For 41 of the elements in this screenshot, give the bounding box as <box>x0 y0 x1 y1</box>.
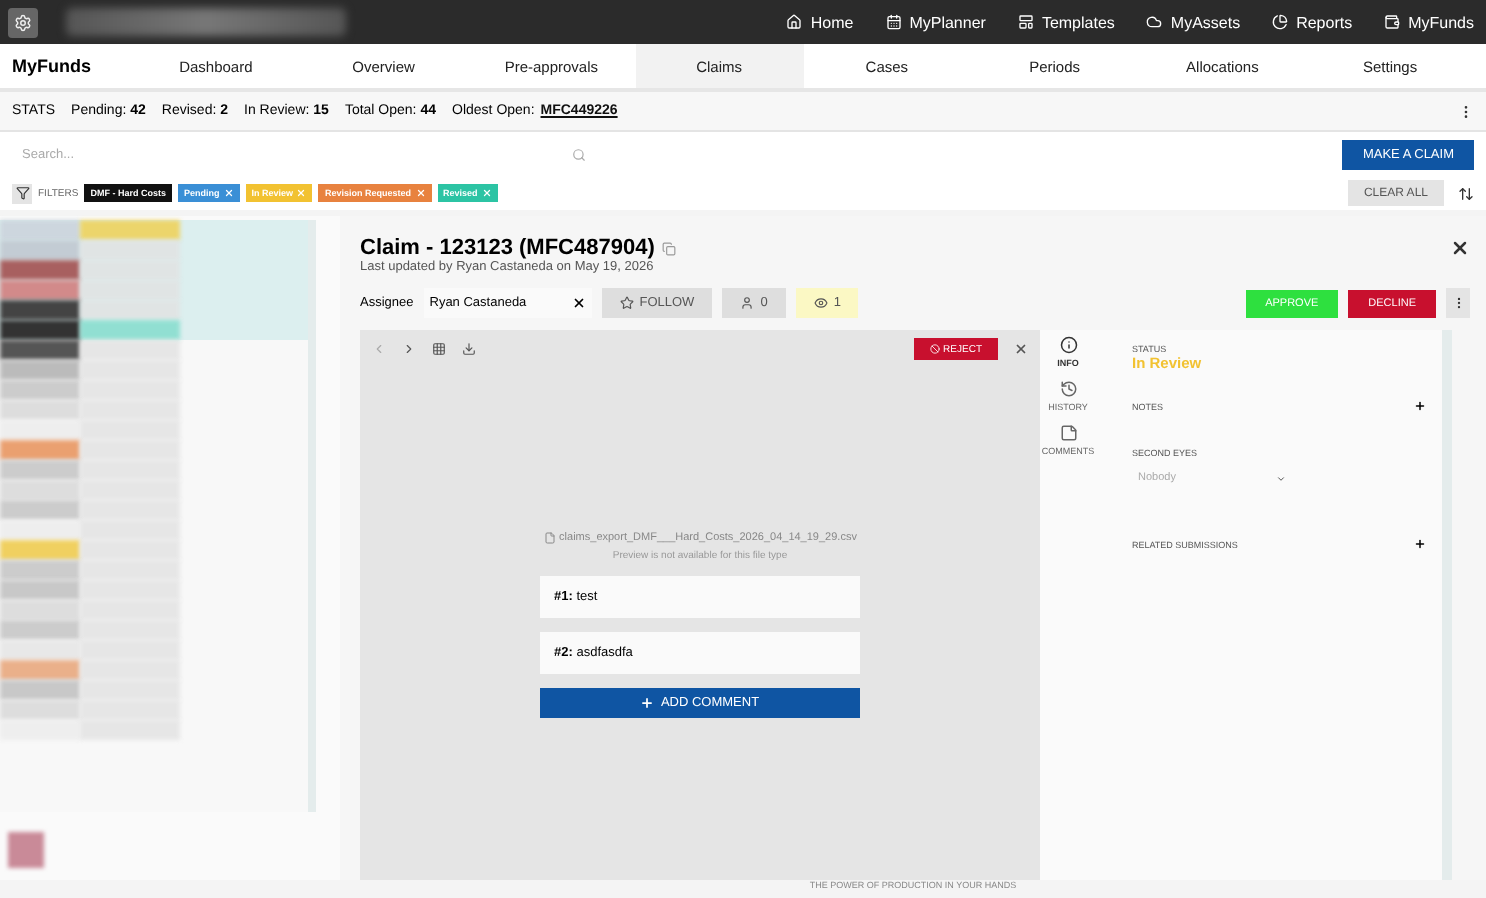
plus-icon <box>640 696 655 710</box>
user-icon <box>740 296 755 310</box>
assets-icon <box>1146 14 1163 30</box>
add-icon[interactable] <box>1414 538 1426 550</box>
app-title: MyFunds <box>12 56 93 76</box>
top-nav-link[interactable]: MyFunds <box>1384 13 1474 31</box>
eye-icon <box>813 296 828 310</box>
star-icon <box>619 296 634 310</box>
claim-title: Claim - 123123 (MFC487904) <box>360 236 655 260</box>
top-nav-link[interactable]: Templates <box>1017 13 1115 31</box>
ban-icon <box>929 344 940 354</box>
close-icon[interactable] <box>1450 238 1470 258</box>
history-icon <box>1059 380 1077 398</box>
templates-icon <box>1017 14 1034 30</box>
caret-icon <box>1276 473 1286 483</box>
planner-icon <box>885 14 902 30</box>
add-icon[interactable] <box>1414 400 1426 412</box>
search-icon <box>572 147 586 161</box>
comments-icon <box>1059 424 1077 442</box>
filter-icon[interactable] <box>12 183 32 203</box>
blurred-avatar <box>8 832 44 868</box>
gear-icon <box>14 13 32 31</box>
grid-icon[interactable] <box>432 342 446 356</box>
copy-icon[interactable] <box>662 241 677 255</box>
remove-icon[interactable] <box>223 188 234 199</box>
clear-icon[interactable] <box>571 296 586 310</box>
top-nav-link[interactable]: Home <box>786 13 854 31</box>
close-icon[interactable] <box>1014 342 1028 356</box>
funds-icon <box>1384 14 1401 30</box>
top-nav-link[interactable]: Reports <box>1272 13 1353 31</box>
top-nav-link[interactable]: MyPlanner <box>885 13 986 31</box>
remove-icon[interactable] <box>415 188 425 199</box>
home-icon <box>786 14 803 30</box>
sort-icon[interactable] <box>1458 185 1474 201</box>
reports-icon <box>1272 14 1289 30</box>
info-icon <box>1059 336 1077 354</box>
download-icon[interactable] <box>462 342 476 356</box>
settings-button[interactable] <box>8 7 38 37</box>
next-icon[interactable] <box>402 342 416 356</box>
top-nav-link[interactable]: MyAssets <box>1146 13 1241 31</box>
file-icon <box>543 532 556 544</box>
